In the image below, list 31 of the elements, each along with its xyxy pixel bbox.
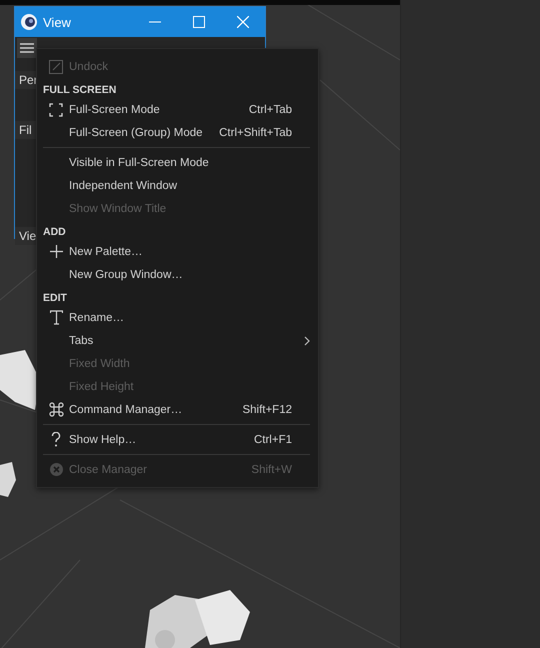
fullscreen-icon: [49, 102, 63, 116]
menu-section-header: ADD: [42, 225, 67, 240]
text-icon: [50, 310, 62, 325]
menu-button[interactable]: [17, 38, 37, 58]
menu-icon: [20, 42, 34, 54]
menu-item[interactable]: Full-Screen Mode Ctrl+Tab: [37, 98, 318, 121]
menu-item[interactable]: New Palette…: [37, 240, 318, 263]
close-circle-icon: [50, 463, 62, 476]
menu-item[interactable]: Tabs: [37, 329, 318, 352]
shortcut-label: Ctrl+F1: [254, 434, 292, 446]
plus-icon: [50, 245, 62, 258]
close-icon: [237, 16, 249, 28]
menu-item[interactable]: Command Manager… Shift+F12: [37, 398, 318, 421]
undock-icon: [49, 60, 63, 74]
shortcut-label: Ctrl+Tab: [248, 104, 292, 116]
menu-item[interactable]: New Group Window…: [37, 263, 318, 286]
command-key-icon: [48, 402, 64, 417]
app-logo-icon: [21, 14, 37, 30]
menu-item[interactable]: Full-Screen (Group) Mode Ctrl+Shift+Tab: [37, 121, 318, 144]
menu-item[interactable]: Visible in Full-Screen Mode: [37, 151, 318, 174]
menu-item[interactable]: Rename…: [37, 306, 318, 329]
help-icon: [51, 432, 61, 447]
menu-section-header: EDIT: [42, 291, 68, 306]
shortcut-label: Shift+W: [251, 464, 292, 476]
maximize-icon: [193, 16, 205, 28]
menu-item[interactable]: Independent Window: [37, 174, 318, 197]
shortcut-label: Ctrl+Shift+Tab: [219, 126, 292, 138]
menu-item[interactable]: Show Help… Ctrl+F1: [37, 428, 318, 451]
shortcut-label: Shift+F12: [242, 404, 292, 416]
menu-section-header: FULL SCREEN: [42, 83, 118, 98]
window-title: View: [43, 14, 72, 30]
